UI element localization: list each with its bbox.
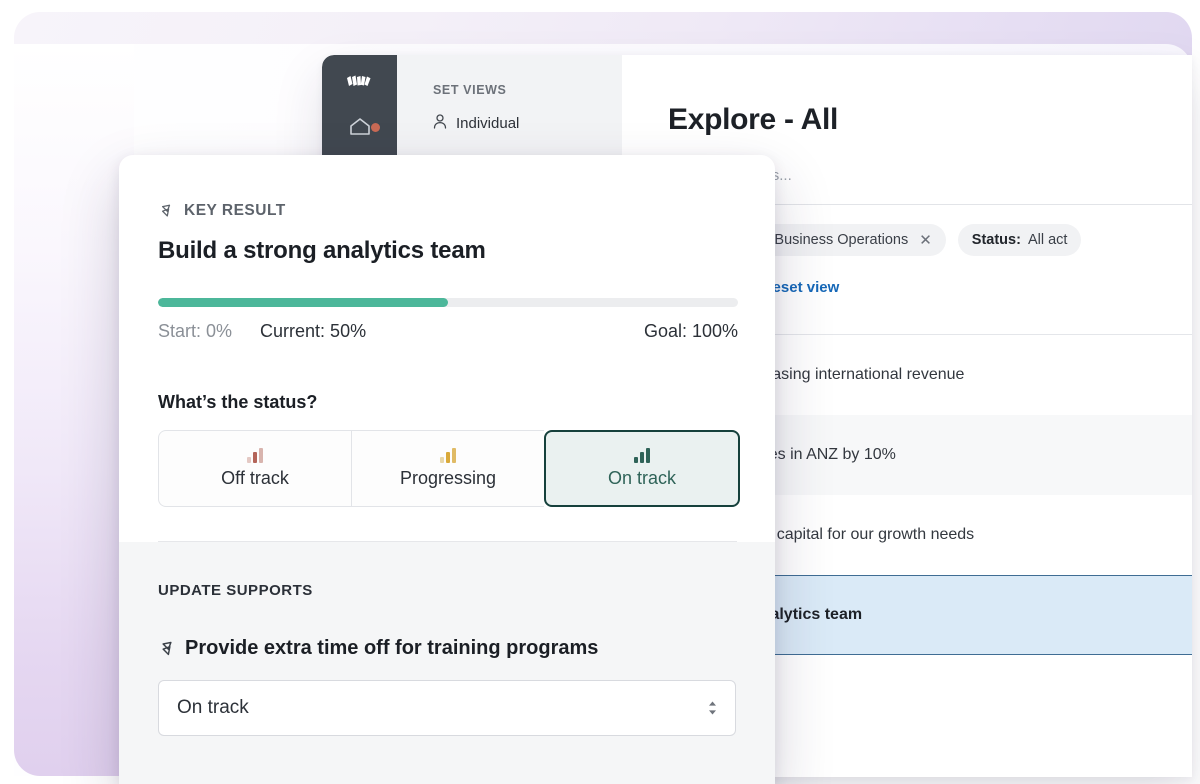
home-icon[interactable] [343, 114, 377, 140]
key-result-cursor-icon [158, 203, 175, 220]
key-result-eyebrow: KEY RESULT [158, 202, 737, 220]
status-segmented-control: Off track Progressing [158, 430, 740, 507]
filter-chip-value: All act [1028, 232, 1068, 248]
bar-chart-icon [247, 448, 263, 463]
filter-chip-value: Business Operations [774, 232, 908, 248]
app-rail [322, 55, 397, 155]
key-result-title: Build a strong analytics team [158, 237, 737, 265]
status-option-off-track[interactable]: Off track [158, 430, 351, 507]
key-result-modal: KEY RESULT Build a strong analytics team… [119, 155, 775, 784]
status-option-label: On track [608, 468, 676, 489]
progress-bar [158, 298, 738, 307]
close-icon[interactable]: ✕ [919, 231, 932, 249]
update-supports-heading: UPDATE SUPPORTS [158, 582, 737, 599]
background-left-gradient [14, 44, 134, 776]
app-subnav: SET VIEWS Individual [397, 55, 622, 155]
bar-chart-icon [634, 448, 650, 463]
progress-labels: Start: 0% Current: 50% Goal: 100% [158, 321, 738, 342]
notification-dot [371, 123, 380, 132]
bar-chart-icon [440, 448, 456, 463]
key-result-cursor-icon [158, 640, 175, 657]
sidebar-item-label: Individual [456, 115, 519, 132]
support-item-title: Provide extra time off for training prog… [158, 637, 737, 660]
page-title: Explore - All [668, 103, 1192, 137]
filter-chip-status[interactable]: Status: All act [958, 224, 1082, 256]
screenshot-root: SET VIEWS Individual Explore - All wners… [0, 0, 1200, 784]
support-status-value: On track [177, 697, 249, 719]
app-logo-icon[interactable] [344, 73, 376, 95]
modal-bottom-section: UPDATE SUPPORTS Provide extra time off f… [119, 542, 775, 784]
subnav-heading: SET VIEWS [433, 83, 622, 97]
person-icon [433, 114, 447, 133]
progress-bar-fill [158, 298, 448, 307]
status-question: What’s the status? [158, 392, 737, 413]
progress-current-label: Current: 50% [260, 321, 366, 342]
status-option-progressing[interactable]: Progressing [351, 430, 544, 507]
stepper-arrows-icon[interactable] [708, 701, 717, 715]
status-option-label: Off track [221, 468, 289, 489]
status-option-on-track[interactable]: On track [544, 430, 740, 507]
modal-top-section: KEY RESULT Build a strong analytics team… [119, 155, 775, 542]
progress-start-label: Start: 0% [158, 321, 232, 342]
sidebar-item-individual[interactable]: Individual [433, 114, 622, 133]
status-option-label: Progressing [400, 468, 496, 489]
progress-goal-label: Goal: 100% [644, 321, 738, 342]
support-status-select[interactable]: On track [158, 680, 736, 736]
filter-chip-key: Status: [972, 232, 1021, 248]
support-title-text: Provide extra time off for training prog… [185, 637, 598, 660]
eyebrow-text: KEY RESULT [184, 202, 286, 220]
